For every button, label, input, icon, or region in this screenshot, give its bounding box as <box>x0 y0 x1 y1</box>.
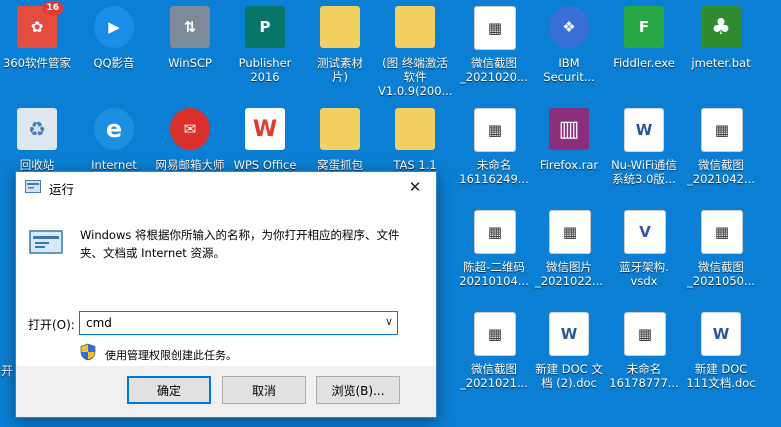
image-thumbnail-icon: ▦ <box>474 312 516 356</box>
desktop-icon-label: 测试素材 片) <box>317 56 363 84</box>
desktop-icon-label: 回收站 <box>19 158 55 172</box>
desktop-icon-unnamed-1[interactable]: ▦ 未命名 16116249... <box>457 102 531 198</box>
archive-icon: ▥ <box>549 108 589 150</box>
desktop-icon-label: 微信图片 _2021022... <box>535 260 603 288</box>
desktop-icon-publisher[interactable]: P Publisher 2016 <box>228 0 302 96</box>
desktop-icon-wechat-screenshot[interactable]: ▦ 微信截图 _2021020... <box>457 0 531 96</box>
ibm-security-icon: ❖ <box>549 6 589 48</box>
browse-button[interactable]: 浏览(B)... <box>316 376 400 404</box>
desktop-icon-label: 360软件管家 <box>3 56 71 70</box>
dialog-titlebar[interactable]: 运行 ✕ <box>16 172 436 202</box>
admin-note: 使用管理权限创建此任务。 <box>105 349 237 362</box>
desktop-icon-wechat-screenshot-3[interactable]: ▦ 微信截图 _2021050... <box>684 204 758 300</box>
chevron-down-icon[interactable]: ∨ <box>385 315 393 328</box>
desktop-icon-label: Firefox.rar <box>539 158 599 172</box>
run-dialog: 运行 ✕ Windows 将根据你所输入的名称，为你打开相应的程序、文件夹、文档… <box>15 171 437 418</box>
command-input-value: cmd <box>86 316 112 330</box>
desktop-icon-label: 微信截图 _2021042... <box>687 158 755 186</box>
desktop-icon-360[interactable]: ✿ 16 360软件管家 <box>0 0 74 96</box>
desktop-icon-label: TAS 1.1 <box>393 158 437 172</box>
desktop-icon-wechat-screenshot-4[interactable]: ▦ 微信截图 _2021021... <box>457 306 531 402</box>
desktop-edge-text: 开 <box>1 364 14 378</box>
desktop-icon-winscp[interactable]: ⇅ WinSCP <box>153 0 227 96</box>
word-document-icon: W <box>624 108 664 152</box>
desktop-icon-label: 未命名 16178777... <box>609 362 679 390</box>
desktop-icon-label: WPS Office <box>233 158 297 172</box>
desktop-icon-label: Fiddler.exe <box>613 56 675 70</box>
command-input[interactable]: cmd ∨ <box>79 311 398 335</box>
image-thumbnail-icon: ▦ <box>701 108 743 152</box>
desktop-icon-new-doc-111[interactable]: W 新建 DOC 111文档.doc <box>684 306 758 402</box>
folder-icon <box>320 108 360 150</box>
jmeter-tree-icon: ♣ <box>701 6 741 48</box>
desktop-icon-label: 微信截图 _2021050... <box>687 260 755 288</box>
desktop-icon-ibm-security[interactable]: ❖ IBM Securit... <box>532 0 606 96</box>
desktop-icon-label: 网易邮箱大师 <box>155 158 225 172</box>
desktop-icon-label: Nu-WiFi通信 系统3.0版... <box>611 158 677 186</box>
open-label: 打开(O): <box>28 318 75 332</box>
folder-icon <box>320 6 360 48</box>
desktop-icon-label: jmeter.bat <box>691 56 751 70</box>
visio-diagram-icon: V <box>624 210 666 254</box>
image-thumbnail-icon: ▦ <box>624 312 666 356</box>
wps-icon: W <box>245 108 285 150</box>
cancel-button[interactable]: 取消 <box>222 376 306 404</box>
desktop-icon-wechat-image[interactable]: ▦ 微信图片 _2021022... <box>532 204 606 300</box>
desktop-icon-qq-player[interactable]: ▶ QQ影音 <box>77 0 151 96</box>
desktop-icon-label: Publisher 2016 <box>238 56 292 84</box>
desktop-icon-label: 新建 DOC 111文档.doc <box>686 362 756 390</box>
image-thumbnail-icon: ▦ <box>549 210 591 254</box>
desktop-icon-label: 窝蛋抓包 <box>317 158 363 172</box>
desktop-icon-nu-wifi-doc[interactable]: W Nu-WiFi通信 系统3.0版... <box>607 102 681 198</box>
image-thumbnail-icon: ▦ <box>701 210 743 254</box>
image-thumbnail-icon: ▦ <box>474 6 516 50</box>
dialog-body: Windows 将根据你所输入的名称，为你打开相应的程序、文件夹、文档或 Int… <box>16 202 436 366</box>
desktop-icon-label: 陈超-二维码 20210104... <box>459 260 529 288</box>
publisher-icon: P <box>245 6 285 48</box>
desktop-icon-label: 微信截图 _2021021... <box>460 362 528 390</box>
run-icon <box>25 180 41 193</box>
uac-shield-icon <box>80 343 96 361</box>
close-icon: ✕ <box>408 178 422 196</box>
image-thumbnail-icon: ▦ <box>474 108 516 152</box>
desktop-icon-new-doc-2[interactable]: W 新建 DOC 文 档 (2).doc <box>532 306 606 402</box>
desktop-icon-fiddler[interactable]: F Fiddler.exe <box>607 0 681 96</box>
dialog-description: Windows 将根据你所输入的名称，为你打开相应的程序、文件夹、文档或 Int… <box>80 228 400 260</box>
run-program-icon <box>29 230 63 254</box>
qr-code-icon: ▦ <box>474 210 516 254</box>
internet-explorer-icon: e <box>94 108 134 150</box>
desktop-icon-label: 新建 DOC 文 档 (2).doc <box>535 362 603 390</box>
word-document-icon: W <box>701 312 741 356</box>
desktop-icon-qrcode[interactable]: ▦ 陈超-二维码 20210104... <box>457 204 531 300</box>
360-icon: ✿ 16 <box>17 2 63 48</box>
folder-icon <box>395 6 435 48</box>
close-button[interactable]: ✕ <box>394 172 436 202</box>
desktop-icon-label: (图 终端激活软件 V1.0.9(200... <box>378 56 453 98</box>
desktop-icon-firefox-rar[interactable]: ▥ Firefox.rar <box>532 102 606 198</box>
desktop-icon-jmeter[interactable]: ♣ jmeter.bat <box>684 0 758 96</box>
desktop-icon-unnamed-2[interactable]: ▦ 未命名 16178777... <box>607 306 681 402</box>
ok-button[interactable]: 确定 <box>127 376 211 404</box>
recycle-bin-icon: ♻ <box>17 108 57 150</box>
desktop-icon-wechat-screenshot-2[interactable]: ▦ 微信截图 _2021042... <box>684 102 758 198</box>
desktop-icon-label: WinSCP <box>168 56 212 70</box>
desktop-icon-label: IBM Securit... <box>543 56 595 84</box>
desktop-icon-label: 微信截图 _2021020... <box>460 56 528 84</box>
winscp-icon: ⇅ <box>170 6 210 48</box>
desktop-icon-label: 未命名 16116249... <box>459 158 529 186</box>
word-document-icon: W <box>549 312 589 356</box>
desktop-icon-label: 蓝牙架构. vsdx <box>619 260 669 288</box>
fiddler-icon: F <box>624 6 664 48</box>
desktop-icon-label: Internet <box>91 158 137 172</box>
dialog-title: 运行 <box>49 182 75 197</box>
folder-icon <box>395 108 435 150</box>
netease-mail-icon: ✉ <box>170 108 210 150</box>
desktop-icon-test-folder[interactable]: 测试素材 片) <box>303 0 377 96</box>
desktop-icon-bluetooth-vsdx[interactable]: V 蓝牙架构. vsdx <box>607 204 681 300</box>
qq-player-icon: ▶ <box>94 6 134 48</box>
desktop-icon-activation-folder[interactable]: (图 终端激活软件 V1.0.9(200... <box>378 0 453 98</box>
desktop-icon-label: QQ影音 <box>93 56 135 70</box>
notification-badge: 16 <box>42 2 63 15</box>
